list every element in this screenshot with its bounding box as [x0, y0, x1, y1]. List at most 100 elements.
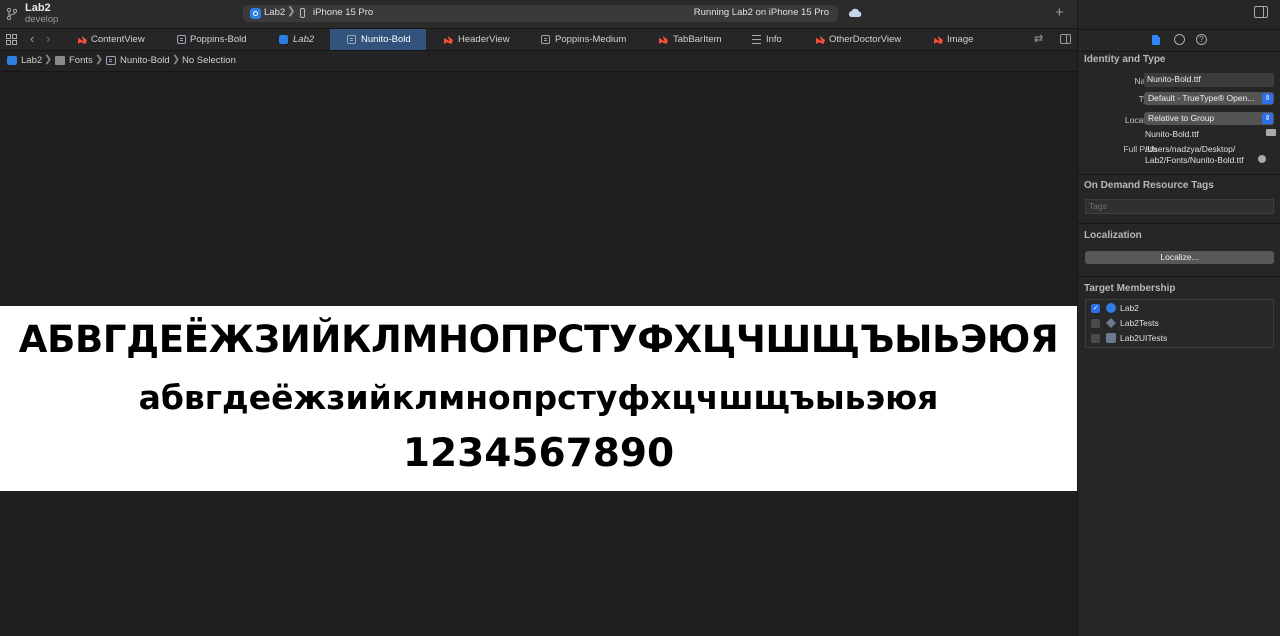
target-row-lab2[interactable]: ✓ Lab2 — [1091, 302, 1271, 317]
breadcrumb-project[interactable]: Lab2 — [21, 55, 42, 66]
tab-contentview[interactable]: ContentView — [72, 29, 160, 50]
type-popup[interactable]: Default - TrueType® Open... ⇕ — [1144, 92, 1274, 105]
plist-icon — [752, 35, 761, 44]
choose-folder-icon[interactable] — [1266, 129, 1276, 136]
tab-label: OtherDoctorView — [829, 34, 902, 45]
checkbox-unchecked[interactable] — [1091, 334, 1100, 343]
section-divider — [1078, 174, 1280, 175]
section-divider — [1078, 276, 1280, 277]
location-file-name: Nunito-Bold.ttf — [1145, 129, 1199, 139]
tab-tabbaritem[interactable]: TabBarItem — [653, 29, 733, 50]
tab-label: Lab2 — [293, 34, 315, 45]
ui-test-target-icon — [1106, 333, 1116, 343]
target-row-lab2uitests[interactable]: Lab2UITests — [1091, 332, 1271, 347]
chevron-right-icon: ❯ — [95, 54, 103, 65]
font-preview: АБВГДЕЁЖЗИЙКЛМНОПРСТУФХЦЧШЩЪЫЬЭЮЯ абвгде… — [0, 306, 1077, 491]
toggle-inspector-icon[interactable] — [1254, 6, 1268, 18]
location-popup[interactable]: Relative to Group ⇕ — [1144, 112, 1274, 125]
breadcrumb-file[interactable]: Nunito-Bold — [120, 55, 170, 66]
target-name: Lab2UITests — [1120, 333, 1168, 343]
tab-poppins-bold[interactable]: Poppins-Bold — [170, 29, 258, 50]
tab-label: HeaderView — [458, 34, 510, 45]
back-arrow-icon[interactable]: ‹ — [30, 31, 34, 46]
folder-icon — [55, 56, 65, 65]
forward-arrow-icon[interactable]: › — [46, 31, 50, 46]
name-field-value: Nunito-Bold.ttf — [1147, 74, 1201, 84]
preview-lowercase-text: абвгдеёжзийклмнопрстуфхцчшщъыьэюя — [138, 378, 939, 417]
target-name: Lab2Tests — [1120, 318, 1159, 328]
chevron-right-icon: ❯ — [172, 54, 180, 65]
app-target-icon — [1106, 303, 1116, 313]
chevron-right-icon: ❯ — [287, 6, 296, 17]
checkbox-checked[interactable]: ✓ — [1091, 304, 1100, 313]
inspector-tab-bar: ? — [1078, 29, 1280, 52]
split-editor-icon[interactable] — [1060, 34, 1071, 44]
full-path-line-2: Lab2/Fonts/Nunito-Bold.ttf — [1145, 155, 1244, 165]
tab-headerview[interactable]: HeaderView — [438, 29, 528, 50]
tab-info[interactable]: Info — [746, 29, 801, 50]
activity-status-text: Running Lab2 on iPhone 15 Pro — [693, 7, 829, 18]
tab-label: Poppins-Bold — [190, 34, 247, 45]
tab-poppins-medium[interactable]: Poppins-Medium — [535, 29, 635, 50]
tab-otherdoctorview[interactable]: OtherDoctorView — [810, 29, 910, 50]
target-row-lab2tests[interactable]: Lab2Tests — [1091, 317, 1271, 332]
run-destination-selector[interactable]: iPhone 15 Pro — [313, 7, 373, 18]
full-path-line-1: /Users/nadzya/Desktop/ — [1145, 144, 1236, 154]
tab-label: Image — [947, 34, 974, 45]
swift-file-icon — [444, 35, 453, 44]
tab-lab2[interactable]: Lab2 — [272, 29, 327, 50]
scheme-activity-bar: Lab2 ❯ iPhone 15 Pro Running Lab2 on iPh… — [243, 5, 838, 22]
branch-name[interactable]: develop — [25, 14, 58, 25]
tags-placeholder: Tags — [1089, 201, 1107, 211]
app-icon — [279, 35, 288, 44]
tags-field[interactable]: Tags — [1085, 199, 1274, 214]
chevron-right-icon: ❯ — [44, 54, 52, 65]
tab-label: ContentView — [91, 34, 145, 45]
file-inspector: ? Identity and Type Name Nunito-Bold.ttf… — [1077, 0, 1280, 636]
target-name: Lab2 — [1120, 303, 1139, 313]
tab-label: Nunito-Bold — [361, 34, 411, 45]
tab-label: TabBarItem — [673, 34, 722, 45]
checkbox-unchecked[interactable] — [1091, 319, 1100, 328]
add-tab-button[interactable]: + — [1055, 4, 1064, 21]
membership-section-title: Target Membership — [1084, 283, 1176, 294]
tab-nunito-bold[interactable]: Nunito-Bold — [330, 29, 426, 50]
preview-uppercase-text: АБВГДЕЁЖЗИЙКЛМНОПРСТУФХЦЧШЩЪЫЬЭЮЯ — [18, 318, 1059, 361]
quick-help-icon[interactable]: ? — [1196, 34, 1207, 45]
location-popup-value: Relative to Group — [1148, 113, 1215, 123]
swap-editor-icon[interactable]: ⇄ — [1034, 32, 1043, 45]
swift-file-icon — [659, 35, 668, 44]
app-icon — [7, 56, 17, 65]
font-file-icon — [347, 35, 356, 44]
breadcrumb-folder[interactable]: Fonts — [69, 55, 93, 66]
swift-file-icon — [934, 35, 943, 44]
iphone-device-icon — [300, 8, 305, 18]
section-divider — [1078, 223, 1280, 224]
related-items-grid-icon[interactable] — [6, 34, 17, 45]
app-scheme-icon — [250, 8, 261, 19]
odr-section-title: On Demand Resource Tags — [1084, 180, 1214, 191]
font-file-icon — [177, 35, 186, 44]
history-clock-icon[interactable] — [1174, 34, 1185, 45]
tab-image[interactable]: Image — [928, 29, 988, 50]
editor-tab-bar: ‹ › ContentView Poppins-Bold Lab2 Nunito… — [0, 29, 1077, 51]
popup-arrows-icon: ⇕ — [1262, 93, 1273, 104]
scheme-selector[interactable]: Lab2 — [264, 7, 285, 18]
test-target-icon — [1106, 318, 1116, 328]
target-membership-list: ✓ Lab2 Lab2Tests Lab2UITests — [1085, 299, 1274, 348]
swift-file-icon — [816, 35, 825, 44]
breadcrumb-selection[interactable]: No Selection — [182, 55, 236, 66]
localization-section-title: Localization — [1084, 230, 1142, 241]
identity-section-title: Identity and Type — [1084, 54, 1166, 65]
popup-arrows-icon: ⇕ — [1262, 113, 1273, 124]
name-field[interactable]: Nunito-Bold.ttf — [1144, 73, 1274, 87]
swift-file-icon — [78, 35, 87, 44]
localize-button[interactable]: Localize... — [1085, 251, 1274, 264]
cloud-icon[interactable] — [848, 8, 862, 18]
source-control-branch-icon[interactable] — [6, 7, 18, 21]
jump-bar: Lab2 ❯ Fonts ❯ Nunito-Bold ❯ No Selectio… — [0, 51, 1077, 72]
font-file-icon — [106, 56, 116, 65]
project-name[interactable]: Lab2 — [25, 2, 51, 14]
reveal-in-finder-icon[interactable] — [1258, 155, 1266, 163]
file-inspector-icon[interactable] — [1152, 35, 1160, 45]
